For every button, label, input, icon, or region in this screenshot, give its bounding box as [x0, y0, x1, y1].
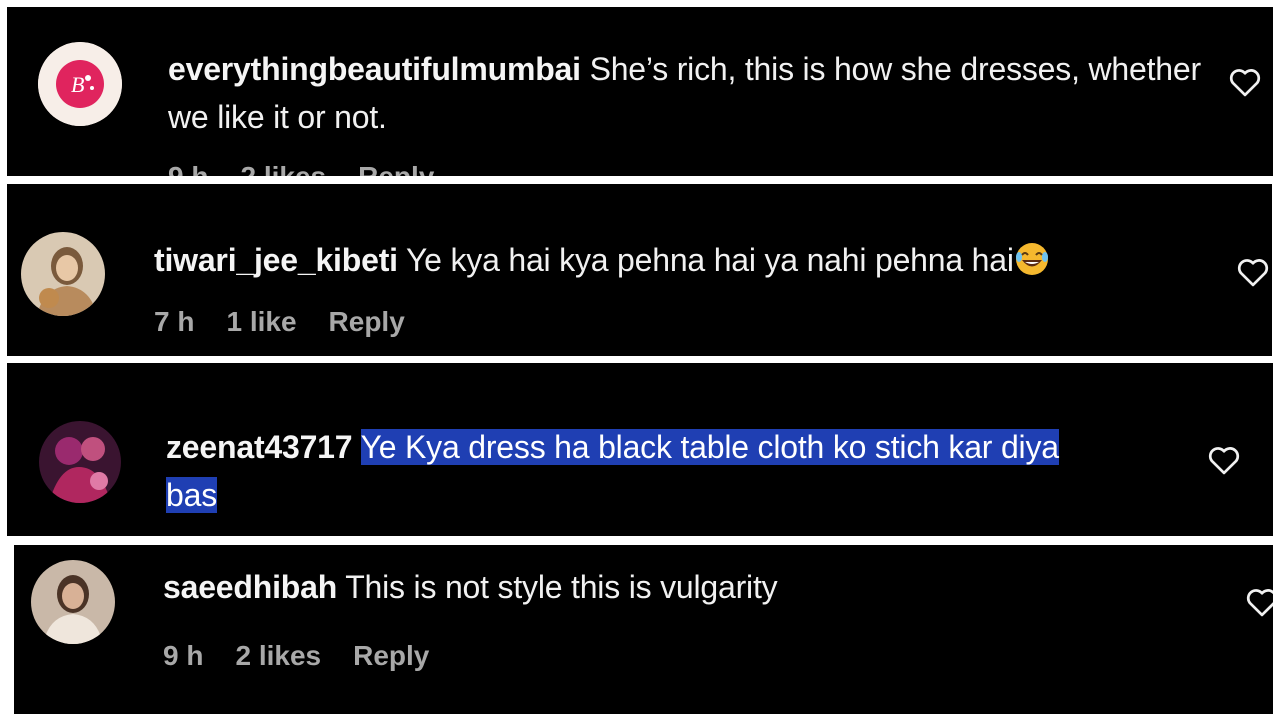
likes-count[interactable]: 1 like — [226, 306, 296, 338]
reply-button[interactable]: Reply — [353, 640, 429, 672]
likes-count[interactable]: 2 likes — [240, 161, 326, 176]
username[interactable]: everythingbeautifulmumbai — [168, 51, 581, 87]
comment-meta: 7 h 1 like Reply — [154, 306, 405, 338]
username[interactable]: saeedhibah — [163, 569, 337, 605]
user-photo-avatar-icon — [31, 560, 115, 644]
highlighted-comment-text-continued: bas — [166, 477, 217, 513]
comment-panel-4: saeedhibah This is not style this is vul… — [14, 545, 1273, 714]
avatar[interactable] — [39, 421, 121, 503]
likes-count[interactable]: 2 likes — [235, 640, 321, 672]
heart-icon[interactable] — [1228, 67, 1262, 97]
username[interactable]: tiwari_jee_kibeti — [154, 242, 398, 278]
heart-icon[interactable] — [1207, 445, 1241, 475]
svg-text:B: B — [71, 72, 84, 97]
reply-button[interactable]: Reply — [358, 161, 434, 176]
comment-panel-2: tiwari_jee_kibeti Ye kya hai kya pehna h… — [7, 184, 1272, 356]
brand-logo-avatar-icon: B — [38, 42, 122, 126]
laughing-emoji-icon — [1015, 243, 1048, 275]
timestamp: 9 h — [163, 640, 204, 671]
heart-icon[interactable] — [1245, 587, 1273, 617]
comments-collage: B everythingbeautifulmumbai She’s rich, … — [0, 0, 1280, 720]
comment-body: everythingbeautifulmumbai She’s rich, th… — [168, 45, 1208, 141]
comment-text: This is not style this is vulgarity — [345, 569, 778, 605]
comment-body: saeedhibah This is not style this is vul… — [163, 563, 1223, 611]
user-photo-avatar-icon — [21, 232, 105, 316]
comment-panel-3: zeenat43717 Ye Kya dress ha black table … — [7, 363, 1273, 536]
comment-body: zeenat43717 Ye Kya dress ha black table … — [166, 423, 1176, 519]
comment-panel-1: B everythingbeautifulmumbai She’s rich, … — [7, 7, 1273, 176]
timestamp: 9 h — [168, 161, 208, 176]
heart-icon[interactable] — [1236, 257, 1270, 287]
timestamp: 7 h — [154, 306, 195, 337]
comment-meta: 9 h 2 likes Reply — [163, 640, 429, 672]
highlighted-comment-text: Ye Kya dress ha black table cloth ko sti… — [360, 429, 1059, 465]
username[interactable]: zeenat43717 — [166, 429, 353, 465]
comment-body: tiwari_jee_kibeti Ye kya hai kya pehna h… — [154, 236, 1214, 284]
avatar[interactable] — [21, 232, 105, 316]
comment-meta: 9 h 2 likes Reply — [168, 161, 434, 176]
comment-text: Ye kya hai kya pehna hai ya nahi pehna h… — [405, 242, 1014, 278]
user-photo-avatar-icon — [39, 421, 121, 503]
avatar[interactable] — [31, 560, 115, 644]
reply-button[interactable]: Reply — [329, 306, 405, 338]
avatar[interactable]: B — [38, 42, 122, 126]
